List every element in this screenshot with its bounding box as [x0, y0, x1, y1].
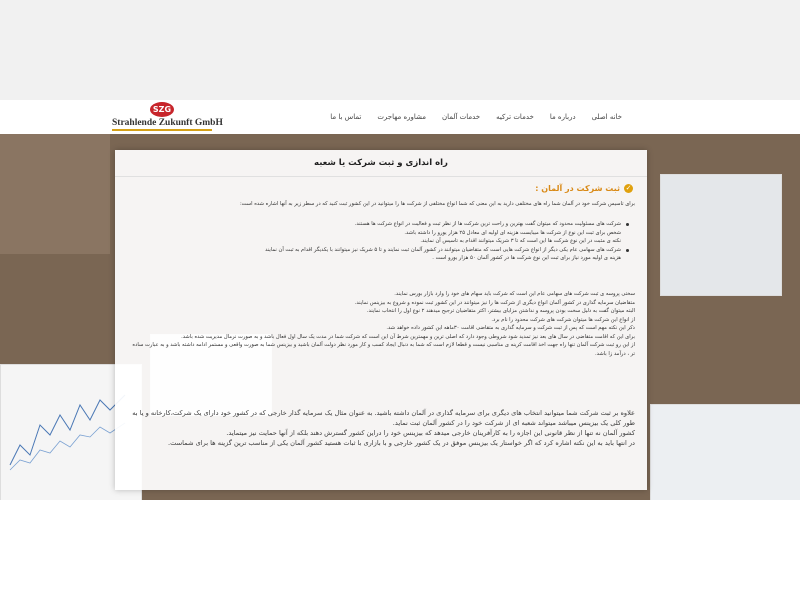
main-menu: خانه اصلی درباره ما خدمات ترکیه خدمات آل…: [314, 100, 622, 134]
paper-sheet: [650, 404, 800, 500]
section-heading: ✓ ثبت شرکت در آلمان :: [535, 184, 633, 193]
paragraph: برای این که اقامت متقاضی در سال های بعد …: [181, 333, 635, 340]
paragraph: از انواع این شرکت ها میتوان شرکت های شرک…: [491, 316, 635, 323]
menu-item-home[interactable]: خانه اصلی: [592, 113, 622, 121]
menu-item-turkey-services[interactable]: خدمات ترکیه: [496, 113, 534, 121]
page-title: راه اندازی و ثبت شرکت یا شعبه: [314, 158, 448, 168]
logo-text: Strahlende Zukunft GmbH: [112, 118, 223, 131]
check-circle-icon: ✓: [624, 184, 633, 193]
intro-paragraph: برای تاسیس شرکت خود در آلمان شما راه های…: [239, 201, 635, 207]
title-divider: [115, 176, 647, 177]
list-item: شرکت های مسئولیت محدود که میتوان گفت بهت…: [134, 220, 629, 229]
section-heading-text: ثبت شرکت در آلمان :: [535, 184, 620, 193]
paragraph: متقاضیان سرمایه گذاری در کشور آلمان انوا…: [354, 299, 635, 306]
desk-area: [0, 134, 110, 254]
list-item: شرکت های سهامی عام یکی دیگر از انواع شرک…: [134, 246, 629, 255]
list-item: نکته ی مثبت در این نوع شرکت ها این است ک…: [420, 238, 621, 244]
paragraph: کشور آلمان نه تنها از نظر قانونی این اجا…: [226, 429, 635, 437]
menu-item-contact[interactable]: تماس با ما: [330, 113, 361, 121]
menu-item-immigration-consulting[interactable]: مشاوره مهاجرت: [377, 113, 426, 121]
paragraph: علاوه بر ثبت شرکت شما میتوانید انتخاب ها…: [132, 409, 635, 427]
bullet-list: شرکت های مسئولیت محدود که میتوان گفت بهت…: [134, 220, 629, 263]
paragraph: ذکر این نکته مهم است که پس از ثبت شرکت و…: [386, 325, 635, 331]
paragraph: در انتها باید به این نکته اشاره کرد که ا…: [168, 439, 635, 447]
paragraph: از این رو ثبت شرکت آلمان تنها راه جهت اخ…: [132, 342, 635, 357]
list-item: هزینه ی اولیه مورد نیاز برای ثبت این نوع…: [432, 255, 621, 261]
company-logo[interactable]: SZG Strahlende Zukunft GmbH: [112, 102, 223, 132]
closing-paragraphs: علاوه بر ثبت شرکت شما میتوانید انتخاب ها…: [127, 408, 635, 448]
bottom-blank-area: [0, 500, 800, 600]
paper-sheet: [660, 174, 782, 296]
menu-item-about[interactable]: درباره ما: [550, 113, 576, 121]
top-blank-area: [0, 0, 800, 100]
details-paragraphs: سختی پروسه ی ثبت شرکت های سهامی عام این …: [127, 290, 635, 358]
list-item: شخص برای ثبت این نوع از شرکت ها میبایست …: [404, 229, 621, 236]
menu-item-germany-services[interactable]: خدمات آلمان: [442, 113, 480, 121]
paragraph: سختی پروسه ی ثبت شرکت های سهامی عام این …: [394, 291, 635, 297]
paragraph: البته میتوان گفت به دلیل سخت بودن پروسه …: [366, 308, 635, 314]
logo-badge: SZG: [150, 102, 174, 117]
content-card: راه اندازی و ثبت شرکت یا شعبه ✓ ثبت شرکت…: [115, 150, 647, 490]
main-navbar: SZG Strahlende Zukunft GmbH خانه اصلی در…: [0, 100, 800, 135]
